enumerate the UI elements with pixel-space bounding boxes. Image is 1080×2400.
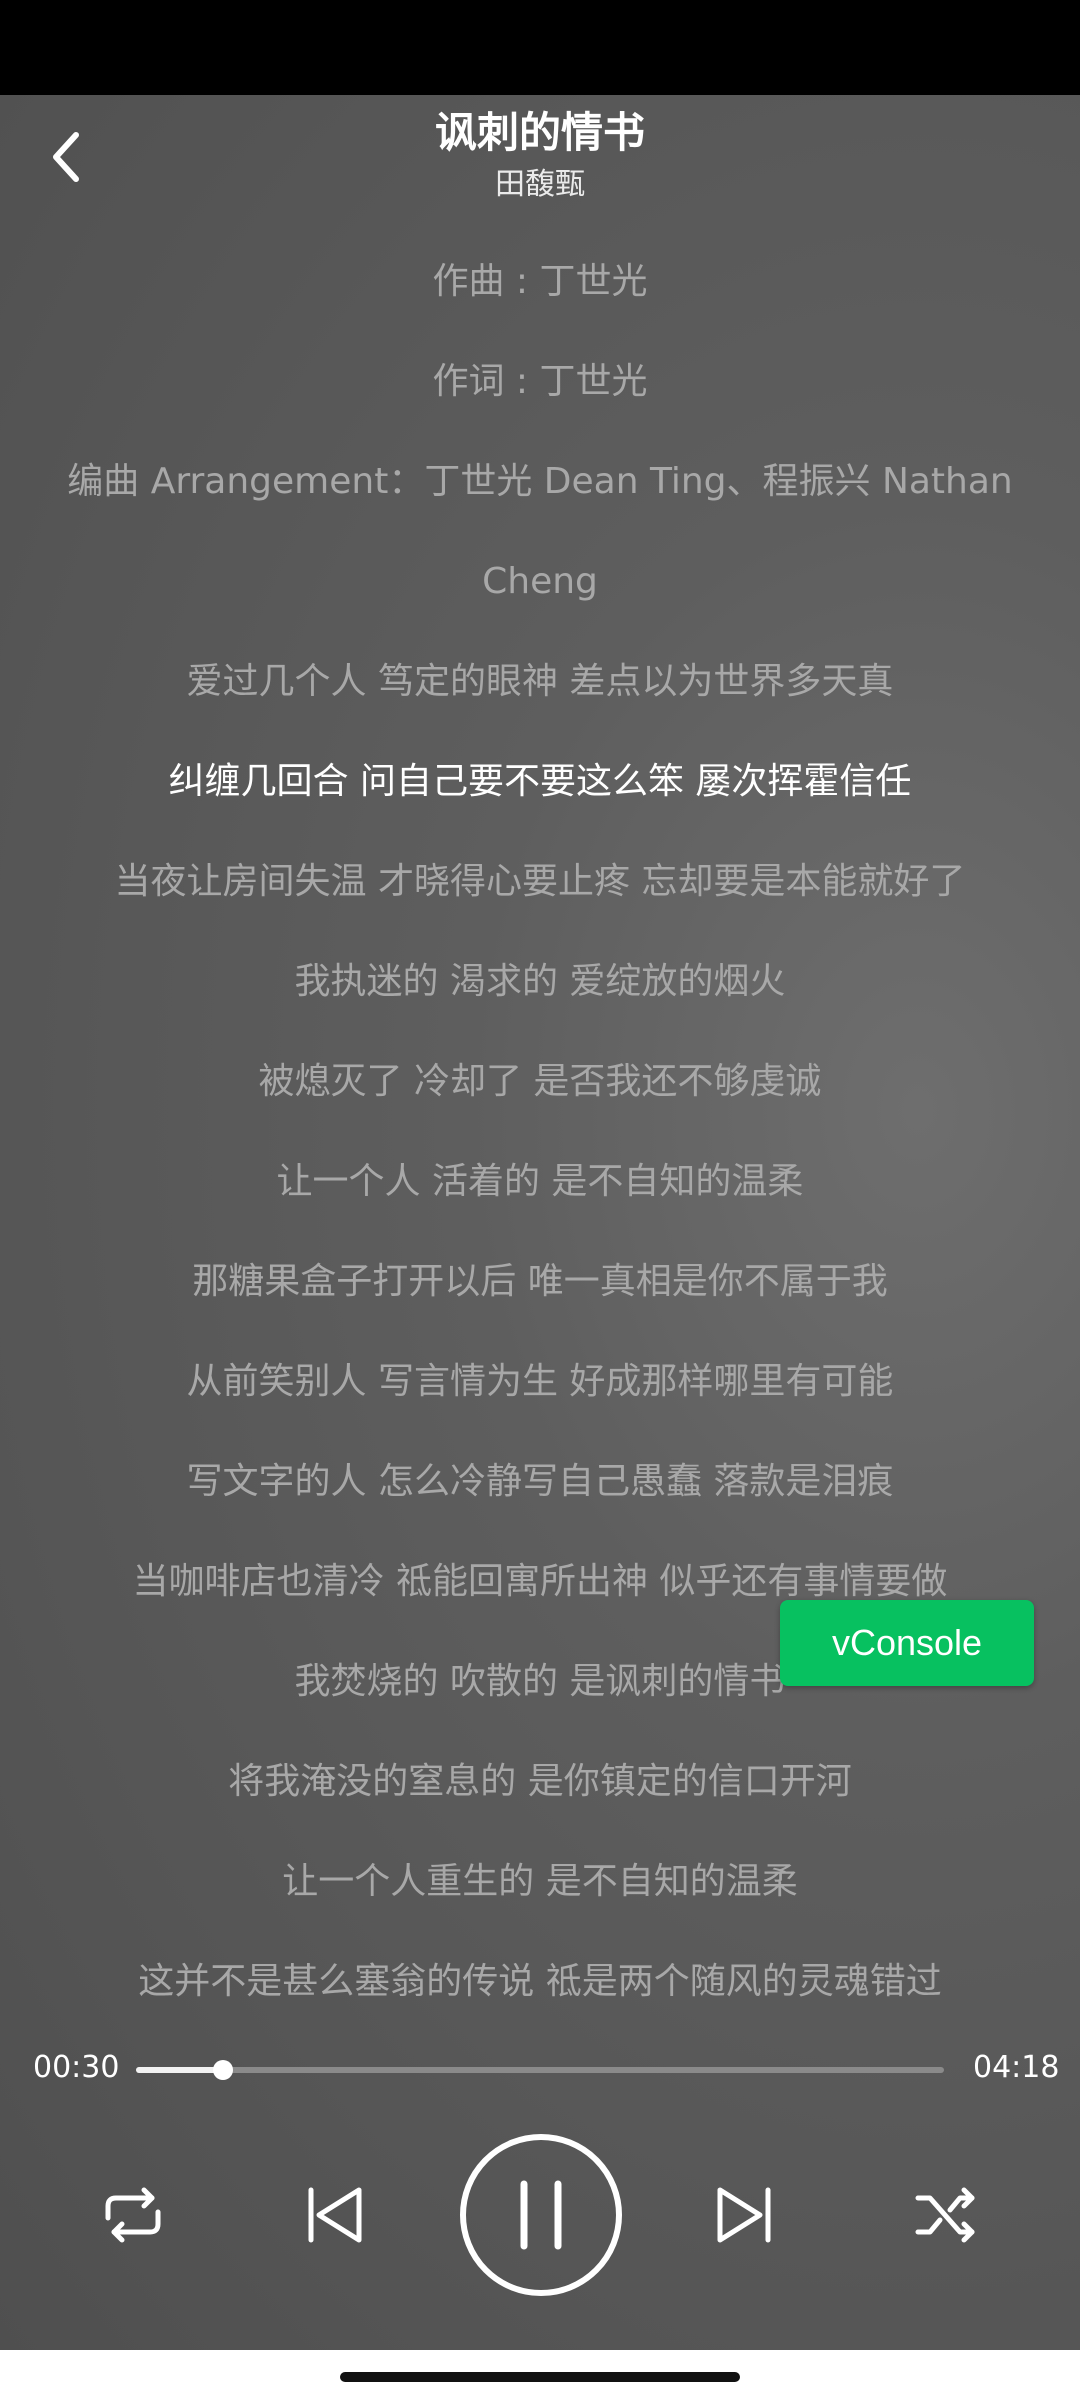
lyric-line[interactable]: 编曲 Arrangement：丁世光 Dean Ting、程振兴 Nathan … — [0, 432, 1080, 632]
progress-bar[interactable] — [136, 2060, 944, 2080]
progress-fill — [136, 2067, 223, 2073]
back-button[interactable] — [44, 127, 92, 187]
next-button[interactable] — [712, 2180, 776, 2250]
repeat-icon — [105, 2187, 161, 2243]
play-pause-button[interactable] — [458, 2132, 624, 2298]
lyric-line[interactable]: 这并不是甚么塞翁的传说 祗是两个随风的灵魂错过 — [0, 1932, 1080, 2005]
lyrics-panel[interactable]: 作曲 : 丁世光 作词 : 丁世光 编曲 Arrangement：丁世光 Dean … — [0, 232, 1080, 2005]
home-indicator[interactable] — [340, 2372, 740, 2382]
total-time: 04:18 — [973, 2050, 1060, 2085]
song-header: 讽刺的情书 田馥甄 — [200, 105, 880, 207]
skip-next-icon — [717, 2187, 771, 2243]
lyric-line[interactable]: 让一个人 活着的 是不自知的温柔 — [0, 1132, 1080, 1232]
vconsole-button[interactable]: vConsole — [780, 1600, 1034, 1686]
lyric-line[interactable]: 作词 : 丁世光 — [0, 332, 1080, 432]
lyrics-list[interactable]: 作曲 : 丁世光 作词 : 丁世光 编曲 Arrangement：丁世光 Dean … — [0, 232, 1080, 2005]
lyric-line[interactable]: 我执迷的 渴求的 爱绽放的烟火 — [0, 932, 1080, 1032]
progress-thumb[interactable] — [213, 2060, 233, 2080]
lyric-line[interactable]: 写文字的人 怎么冷静写自己愚蠢 落款是泪痕 — [0, 1432, 1080, 1532]
lyric-line[interactable]: 那糖果盒子打开以后 唯一真相是你不属于我 — [0, 1232, 1080, 1332]
lyric-line[interactable]: 从前笑别人 写言情为生 好成那样哪里有可能 — [0, 1332, 1080, 1432]
status-bar — [0, 0, 1080, 95]
pause-icon — [460, 2134, 622, 2296]
song-artist: 田馥甄 — [495, 167, 585, 202]
shuffle-icon — [915, 2187, 975, 2243]
skip-previous-icon — [308, 2187, 362, 2243]
lyric-line[interactable]: 将我淹没的窒息的 是你镇定的信口开河 — [0, 1732, 1080, 1832]
lyric-line[interactable]: 当夜让房间失温 才晓得心要止疼 忘却要是本能就好了 — [0, 832, 1080, 932]
previous-button[interactable] — [303, 2180, 367, 2250]
lyric-line[interactable]: 让一个人重生的 是不自知的温柔 — [0, 1832, 1080, 1932]
lyric-line[interactable]: 被熄灭了 冷却了 是否我还不够虔诚 — [0, 1032, 1080, 1132]
repeat-button[interactable] — [98, 2180, 168, 2250]
lyric-line[interactable]: 爱过几个人 笃定的眼神 差点以为世界多天真 — [0, 632, 1080, 732]
lyric-line-active[interactable]: 纠缠几回合 问自己要不要这么笨 屡次挥霍信任 — [0, 732, 1080, 832]
current-time: 00:30 — [33, 2050, 120, 2085]
song-title: 讽刺的情书 — [434, 108, 645, 157]
lyric-line[interactable]: 作曲 : 丁世光 — [0, 232, 1080, 332]
shuffle-button[interactable] — [912, 2180, 982, 2250]
chevron-left-icon — [53, 132, 79, 182]
